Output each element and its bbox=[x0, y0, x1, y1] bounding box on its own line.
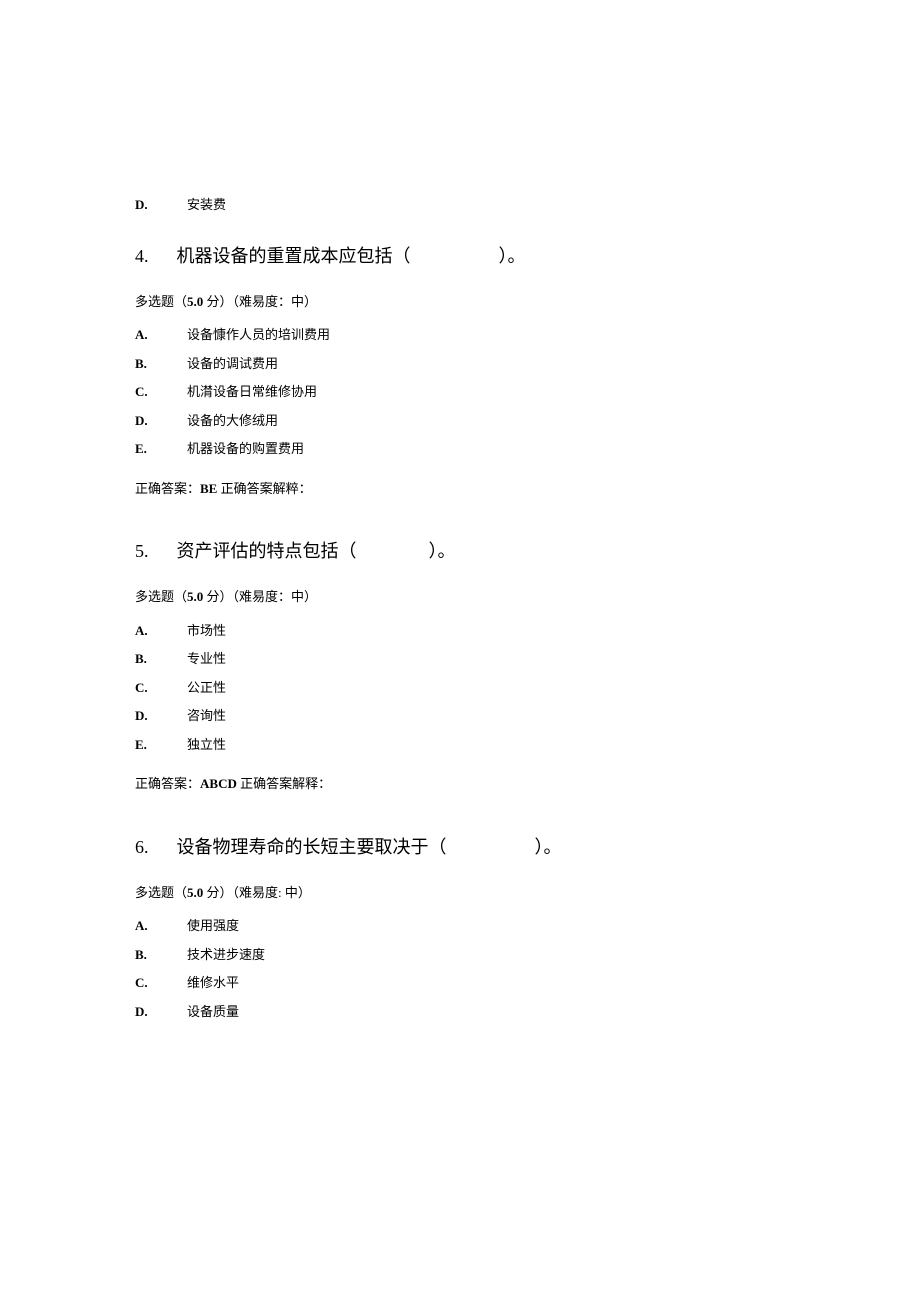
option-row: E. 机器设备的购置费用 bbox=[135, 439, 785, 459]
option-letter: D. bbox=[135, 1002, 187, 1022]
option-row: A. 使用强度 bbox=[135, 916, 785, 936]
option-text: 设备的大修绒用 bbox=[187, 411, 278, 431]
option-letter: A. bbox=[135, 621, 187, 641]
option-row: C. 机潸设备日常维修协用 bbox=[135, 382, 785, 402]
option-text: 市场性 bbox=[187, 621, 226, 641]
option-text: 咨询性 bbox=[187, 706, 226, 726]
option-text: 独立性 bbox=[187, 735, 226, 755]
option-text: 安装费 bbox=[187, 195, 226, 215]
option-text: 设备质量 bbox=[187, 1002, 239, 1022]
option-text: 设备慷作人员的培训费用 bbox=[187, 325, 330, 345]
option-row: D. 安装费 bbox=[135, 195, 785, 215]
option-row: A. 设备慷作人员的培训费用 bbox=[135, 325, 785, 345]
option-text: 机潸设备日常维修协用 bbox=[187, 382, 317, 402]
option-row: D. 咨询性 bbox=[135, 706, 785, 726]
option-letter: A. bbox=[135, 325, 187, 345]
question-5-options: A. 市场性 B. 专业性 C. 公正性 D. 咨询性 E. 独立性 bbox=[135, 621, 785, 755]
question-5-answer: 正确答案：ABCD 正确答案解释： bbox=[135, 774, 785, 794]
option-row: D. 设备质量 bbox=[135, 1002, 785, 1022]
option-letter: C. bbox=[135, 678, 187, 698]
option-text: 专业性 bbox=[187, 649, 226, 669]
option-row: A. 市场性 bbox=[135, 621, 785, 641]
option-text: 机器设备的购置费用 bbox=[187, 439, 304, 459]
question-4-options: A. 设备慷作人员的培训费用 B. 设备的调试费用 C. 机潸设备日常维修协用 … bbox=[135, 325, 785, 459]
question-number: 6. bbox=[135, 834, 149, 861]
option-text: 维修水平 bbox=[187, 973, 239, 993]
option-row: D. 设备的大修绒用 bbox=[135, 411, 785, 431]
option-text: 设备的调试费用 bbox=[187, 354, 278, 374]
question-stem: 设备物理寿命的长短主要取决于（）。 bbox=[177, 834, 562, 861]
option-row: B. 技术进步速度 bbox=[135, 945, 785, 965]
option-letter: D. bbox=[135, 195, 187, 215]
option-letter: B. bbox=[135, 354, 187, 374]
question-stem: 机器设备的重置成本应包括（）。 bbox=[177, 243, 526, 270]
option-row: C. 维修水平 bbox=[135, 973, 785, 993]
question-6-meta: 多选题（5.0 分）（难易度: 中） bbox=[135, 883, 785, 903]
option-letter: B. bbox=[135, 649, 187, 669]
option-letter: C. bbox=[135, 973, 187, 993]
question-6-heading: 6. 设备物理寿命的长短主要取决于（）。 bbox=[135, 834, 785, 861]
question-5-heading: 5. 资产评估的特点包括（）。 bbox=[135, 538, 785, 565]
option-letter: A. bbox=[135, 916, 187, 936]
option-letter: B. bbox=[135, 945, 187, 965]
option-row: E. 独立性 bbox=[135, 735, 785, 755]
option-row: C. 公正性 bbox=[135, 678, 785, 698]
option-text: 公正性 bbox=[187, 678, 226, 698]
option-text: 使用强度 bbox=[187, 916, 239, 936]
question-4-answer: 正确答案：BE 正确答案解粹： bbox=[135, 479, 785, 499]
question-5-meta: 多选题（5.0 分）（难易度：中） bbox=[135, 587, 785, 607]
question-number: 4. bbox=[135, 243, 149, 270]
option-row: B. 专业性 bbox=[135, 649, 785, 669]
question-6-options: A. 使用强度 B. 技术进步速度 C. 维修水平 D. 设备质量 bbox=[135, 916, 785, 1021]
option-letter: C. bbox=[135, 382, 187, 402]
option-letter: E. bbox=[135, 439, 187, 459]
question-stem: 资产评估的特点包括（）。 bbox=[177, 538, 456, 565]
option-letter: E. bbox=[135, 735, 187, 755]
question-4-meta: 多选题（5.0 分）（难易度：中） bbox=[135, 292, 785, 312]
option-letter: D. bbox=[135, 411, 187, 431]
option-text: 技术进步速度 bbox=[187, 945, 265, 965]
option-letter: D. bbox=[135, 706, 187, 726]
option-row: B. 设备的调试费用 bbox=[135, 354, 785, 374]
question-number: 5. bbox=[135, 538, 149, 565]
question-4-heading: 4. 机器设备的重置成本应包括（）。 bbox=[135, 243, 785, 270]
